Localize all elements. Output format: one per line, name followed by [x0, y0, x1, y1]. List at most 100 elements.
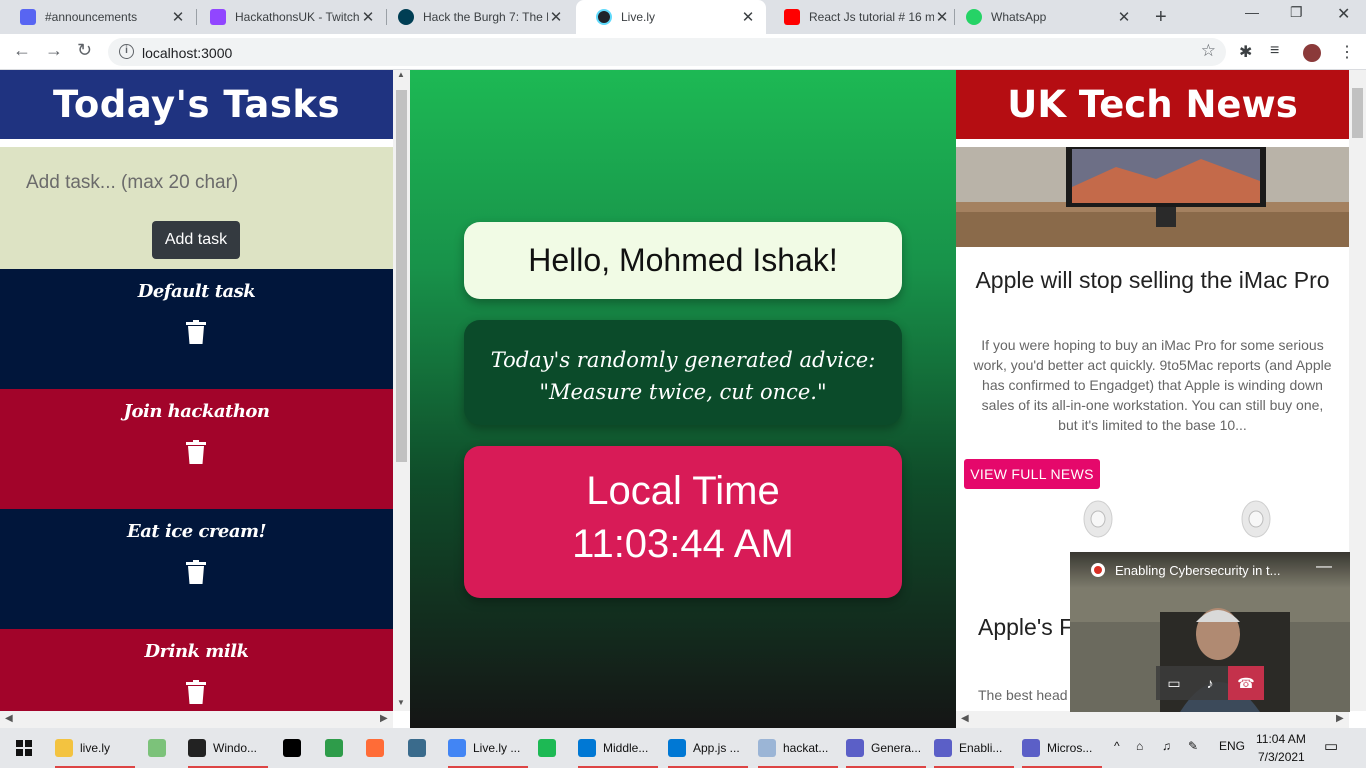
taskbar-item[interactable] [408, 728, 433, 768]
windows-start-icon[interactable] [16, 740, 32, 756]
pen-icon[interactable]: ✎ [1188, 739, 1198, 753]
tab-lively[interactable]: Live.ly ✕ [576, 0, 766, 34]
view-full-news-button[interactable]: VIEW FULL NEWS [964, 459, 1100, 489]
taskbar-item[interactable]: Micros... [1022, 728, 1102, 768]
news-vertical-scrollbar[interactable] [1349, 70, 1366, 711]
tab-twitch[interactable]: HackathonsUK - Twitch ✕ [190, 0, 386, 34]
tab-youtube[interactable]: React Js tutorial # 16 m ✕ [764, 0, 960, 34]
profile-avatar[interactable] [1303, 44, 1321, 62]
taskbar-item[interactable]: Genera... [846, 728, 926, 768]
add-task-form: Add task [0, 147, 393, 269]
taskbar-item-label: Live.ly ... [473, 741, 521, 755]
mongodb-icon [325, 739, 343, 757]
address-bar[interactable]: i localhost:3000 ☆ [108, 38, 1226, 66]
tasks-vertical-scrollbar[interactable]: ▲ ▼ [393, 70, 410, 711]
scroll-left-arrow-icon[interactable]: ◀ [5, 713, 13, 724]
hang-up-icon[interactable]: ☎ [1228, 666, 1264, 700]
vscode-icon [578, 739, 596, 757]
taskbar-item[interactable] [366, 728, 391, 768]
close-icon[interactable]: ✕ [360, 8, 376, 26]
tab-devpost[interactable]: Hack the Burgh 7: The H ✕ [378, 0, 574, 34]
discord-icon [20, 9, 36, 25]
site-info-icon[interactable]: i [119, 44, 134, 59]
media-queue-icon[interactable]: ≡ [1270, 42, 1279, 60]
teams-icon [846, 739, 864, 757]
tasks-horizontal-scrollbar[interactable]: ◀ ▶ [0, 711, 393, 728]
trash-icon[interactable] [186, 560, 206, 584]
extensions-icon[interactable]: ✱ [1239, 42, 1252, 62]
network-icon[interactable]: ⌂ [1136, 739, 1143, 753]
forward-icon[interactable]: → [45, 40, 63, 61]
close-icon[interactable]: ✕ [1116, 8, 1132, 26]
add-task-button[interactable]: Add task [152, 221, 240, 259]
taskbar-item[interactable] [283, 728, 308, 768]
browser-toolbar: ← → ↻ i localhost:3000 ☆ ✱ ≡ ⋮ [0, 34, 1366, 70]
taskbar-item[interactable]: Enabli... [934, 728, 1014, 768]
taskbar-item[interactable] [148, 728, 173, 768]
scroll-down-arrow-icon[interactable]: ▼ [397, 698, 405, 707]
notifications-icon[interactable]: ▭ [1324, 737, 1338, 755]
reload-icon[interactable]: ↻ [77, 40, 92, 61]
tasks-heading: Today's Tasks [0, 70, 393, 139]
browser-tab-strip: #announcements ✕ HackathonsUK - Twitch ✕… [0, 0, 1366, 34]
terminal-icon [188, 739, 206, 757]
trash-icon[interactable] [186, 320, 206, 344]
url-text[interactable]: localhost:3000 [142, 45, 232, 61]
taskbar-item[interactable]: App.js ... [668, 728, 748, 768]
show-hidden-icons-icon[interactable]: ^ [1114, 739, 1120, 753]
taskbar-item-label: Micros... [1047, 741, 1093, 755]
trash-icon[interactable] [186, 680, 206, 704]
scroll-up-arrow-icon[interactable]: ▲ [397, 70, 405, 79]
restore-window-icon[interactable]: ❐ [1290, 4, 1303, 21]
pip-title: Enabling Cybersecurity in t... [1115, 563, 1281, 578]
input-language[interactable]: ENG [1219, 739, 1245, 753]
volume-icon[interactable]: ♫ [1162, 739, 1171, 753]
minimize-icon[interactable]: — [1316, 558, 1332, 576]
pip-header: Enabling Cybersecurity in t... — [1070, 552, 1350, 588]
close-icon[interactable]: ✕ [548, 8, 564, 26]
picture-in-picture-window[interactable]: Enabling Cybersecurity in t... — ▭ ♪ ☎ [1070, 552, 1350, 712]
mysql-workbench-icon [408, 739, 426, 757]
close-icon[interactable]: ✕ [170, 8, 186, 26]
vscode-icon [668, 739, 686, 757]
taskbar-item[interactable]: Windo... [188, 728, 268, 768]
clock-card: Local Time 11:03:44 AM [464, 446, 902, 598]
tab-announcements[interactable]: #announcements ✕ [0, 0, 196, 34]
scroll-left-arrow-icon[interactable]: ◀ [961, 713, 969, 724]
tab-title: HackathonsUK - Twitch [235, 10, 360, 24]
news-card: Apple will stop selling the iMac Pro If … [956, 147, 1349, 497]
scroll-thumb[interactable] [396, 90, 407, 462]
scroll-right-arrow-icon[interactable]: ▶ [380, 713, 388, 724]
new-tab-button[interactable]: + [1155, 6, 1167, 29]
taskbar-item[interactable] [325, 728, 350, 768]
greeting-card: Hello, Mohmed Ishak! [464, 222, 902, 299]
taskbar-item[interactable]: Live.ly ... [448, 728, 528, 768]
scroll-right-arrow-icon[interactable]: ▶ [1336, 713, 1344, 724]
camera-off-icon[interactable]: ▭ [1156, 666, 1192, 700]
taskbar-item[interactable] [538, 728, 563, 768]
close-icon[interactable]: ✕ [740, 8, 756, 26]
taskbar-item[interactable]: Middle... [578, 728, 658, 768]
news-horizontal-scrollbar[interactable]: ◀ ▶ [956, 711, 1349, 728]
devpost-icon [398, 9, 414, 25]
teams-icon [934, 739, 952, 757]
tab-whatsapp[interactable]: WhatsApp ✕ [946, 0, 1142, 34]
teams-icon [1022, 739, 1040, 757]
taskbar-item-label: live.ly [80, 741, 111, 755]
menu-kebab-icon[interactable]: ⋮ [1339, 42, 1355, 62]
close-window-icon[interactable]: ✕ [1337, 4, 1350, 24]
back-icon[interactable]: ← [13, 40, 31, 61]
taskbar-date[interactable]: 7/3/2021 [1258, 750, 1305, 764]
bookmark-star-icon[interactable]: ☆ [1201, 41, 1216, 61]
scroll-thumb[interactable] [1352, 88, 1363, 138]
taskbar-item[interactable]: hackat... [758, 728, 838, 768]
taskbar-item[interactable]: live.ly [55, 728, 135, 768]
news-title[interactable]: Apple will stop selling the iMac Pro [966, 264, 1339, 296]
mic-muted-icon[interactable]: ♪ [1192, 666, 1228, 700]
taskbar-time[interactable]: 11:04 AM [1256, 732, 1306, 746]
clock-time: 11:03:44 AM [572, 522, 794, 566]
trash-icon[interactable] [186, 440, 206, 464]
task-input[interactable] [10, 165, 380, 201]
postman-icon [366, 739, 384, 757]
minimize-window-icon[interactable]: — [1245, 4, 1259, 20]
